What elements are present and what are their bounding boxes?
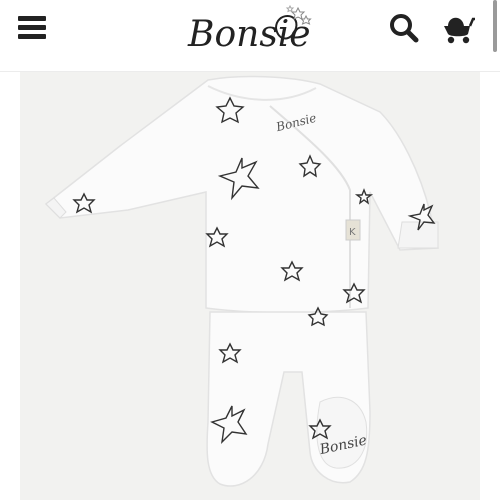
brand-logo[interactable]: Bonsie — [184, 2, 318, 56]
search-icon[interactable] — [388, 12, 420, 44]
site-header: Bonsie — [0, 0, 500, 72]
product-image-container[interactable]: Bonsie Bonsie K — [20, 72, 480, 500]
product-image: Bonsie Bonsie K — [20, 72, 480, 500]
scrollbar[interactable] — [493, 0, 497, 52]
hamburger-menu-icon[interactable] — [18, 14, 48, 42]
tag-label: K — [349, 227, 356, 238]
logo-svg: Bonsie — [187, 4, 312, 55]
size-tag: K — [345, 219, 361, 241]
stroller-cart-icon[interactable] — [440, 10, 476, 46]
